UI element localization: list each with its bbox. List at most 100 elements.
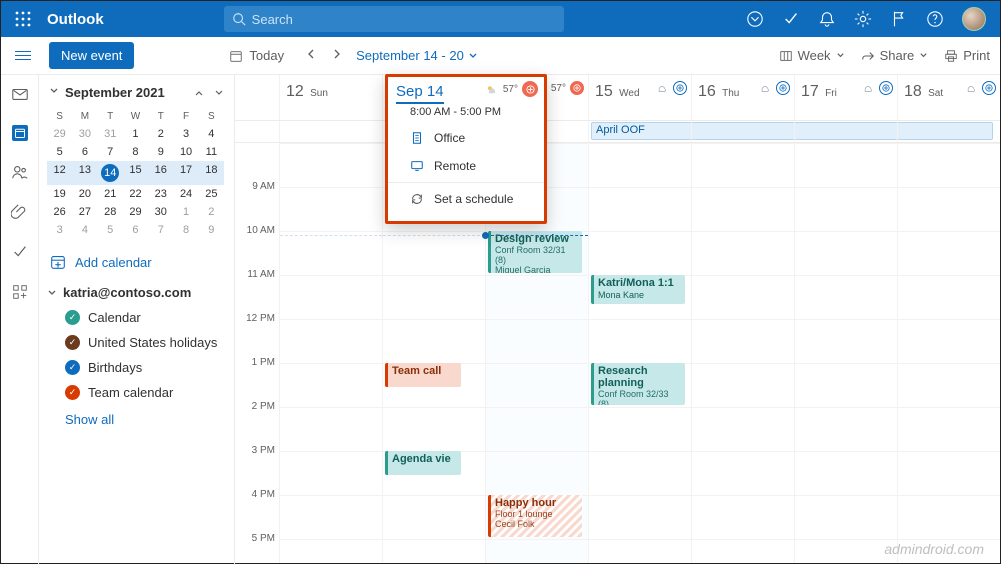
mini-cal-day[interactable]: 2: [199, 203, 224, 221]
calendar-checkbox[interactable]: ✓: [65, 385, 80, 400]
mini-cal-day[interactable]: 30: [148, 203, 173, 221]
mail-icon[interactable]: [11, 85, 29, 103]
mini-cal-day[interactable]: 20: [72, 185, 97, 203]
search-box[interactable]: [224, 6, 564, 32]
add-location-icon[interactable]: [982, 81, 996, 95]
calendar-list-item[interactable]: ✓Birthdays: [65, 360, 224, 375]
new-event-button[interactable]: New event: [49, 42, 134, 69]
allday-cell[interactable]: April OOF: [588, 121, 691, 142]
next-week-button[interactable]: [324, 48, 350, 63]
app-launcher-icon[interactable]: [9, 5, 37, 33]
mini-cal-day[interactable]: 27: [72, 203, 97, 221]
date-range-picker[interactable]: September 14 - 20: [356, 48, 478, 63]
mini-cal-day[interactable]: 10: [173, 143, 198, 161]
mini-cal-day[interactable]: 29: [47, 125, 72, 143]
mini-cal-day[interactable]: 14: [98, 161, 123, 185]
calendar-list-item[interactable]: ✓Calendar: [65, 310, 224, 325]
mini-cal-day[interactable]: 23: [148, 185, 173, 203]
mini-cal-day[interactable]: 2: [148, 125, 173, 143]
share-button[interactable]: Share: [861, 48, 929, 63]
mini-cal-day[interactable]: 26: [47, 203, 72, 221]
popup-option-remote[interactable]: Remote: [388, 152, 544, 180]
today-button[interactable]: Today: [229, 48, 284, 63]
people-icon[interactable]: [11, 163, 29, 181]
print-button[interactable]: Print: [944, 48, 990, 63]
mini-cal-day[interactable]: 9: [148, 143, 173, 161]
calendar-event[interactable]: Team call: [385, 363, 461, 387]
mini-cal-day[interactable]: 12: [47, 161, 72, 185]
day-header[interactable]: 16 Thu: [691, 75, 794, 120]
mini-cal-day[interactable]: 4: [199, 125, 224, 143]
mini-cal-day[interactable]: 8: [173, 221, 198, 239]
account-row[interactable]: katria@contoso.com: [47, 285, 224, 300]
calendar-event[interactable]: Happy hourFloor 1 loungeCecil Folk: [488, 495, 582, 537]
mini-cal-day[interactable]: 15: [123, 161, 148, 185]
mini-calendar[interactable]: SMTWTFS293031123456789101112131415161718…: [47, 108, 224, 239]
mini-cal-day[interactable]: 1: [123, 125, 148, 143]
popup-option-schedule[interactable]: Set a schedule: [388, 185, 544, 213]
calendar-grid[interactable]: 9 AM10 AM11 AM12 PM1 PM2 PM3 PM4 PM5 PM6…: [235, 143, 1000, 563]
day-column[interactable]: Katri/Mona 1:1 Mona Kane Research plannin…: [588, 143, 691, 563]
mini-cal-collapse-icon[interactable]: [49, 86, 59, 99]
day-column[interactable]: [897, 143, 1000, 563]
mini-cal-day[interactable]: 25: [199, 185, 224, 203]
day-column[interactable]: [794, 143, 897, 563]
mini-cal-day[interactable]: 22: [123, 185, 148, 203]
day-header[interactable]: 18 Sat: [897, 75, 1000, 120]
todo-icon[interactable]: [782, 10, 800, 28]
mini-cal-day[interactable]: 1: [173, 203, 198, 221]
show-all-calendars[interactable]: Show all: [65, 412, 224, 427]
day-header[interactable]: 12 Sun: [279, 75, 382, 120]
add-location-icon[interactable]: [776, 81, 790, 95]
popup-add-location-icon[interactable]: [522, 81, 538, 97]
mini-cal-day[interactable]: 18: [199, 161, 224, 185]
todo-module-icon[interactable]: [11, 243, 29, 261]
mini-cal-day[interactable]: 11: [199, 143, 224, 161]
mini-cal-day[interactable]: 5: [98, 221, 123, 239]
mini-cal-day[interactable]: 8: [123, 143, 148, 161]
mini-cal-day[interactable]: 3: [47, 221, 72, 239]
allday-cell[interactable]: [691, 121, 794, 142]
calendar-list-item[interactable]: ✓United States holidays: [65, 335, 224, 350]
mini-cal-day[interactable]: 16: [148, 161, 173, 185]
user-avatar[interactable]: [962, 7, 986, 31]
calendar-checkbox[interactable]: ✓: [65, 310, 80, 325]
calendar-checkbox[interactable]: ✓: [65, 335, 80, 350]
calendar-list-item[interactable]: ✓Team calendar: [65, 385, 224, 400]
calendar-event[interactable]: Agenda vie: [385, 451, 461, 475]
allday-cell[interactable]: [897, 121, 1000, 142]
search-input[interactable]: [252, 12, 532, 27]
calendar-module-icon[interactable]: [12, 125, 28, 141]
add-calendar-button[interactable]: Add calendar: [49, 253, 224, 271]
mini-cal-day[interactable]: 6: [72, 143, 97, 161]
allday-cell[interactable]: [794, 121, 897, 142]
allday-cell[interactable]: [279, 121, 382, 142]
calendar-checkbox[interactable]: ✓: [65, 360, 80, 375]
mini-cal-day[interactable]: 31: [98, 125, 123, 143]
mini-cal-day[interactable]: 19: [47, 185, 72, 203]
chat-icon[interactable]: [746, 10, 764, 28]
mini-cal-day[interactable]: 6: [123, 221, 148, 239]
mini-cal-prev-icon[interactable]: [194, 88, 204, 98]
mini-cal-next-icon[interactable]: [214, 88, 224, 98]
mini-cal-day[interactable]: 28: [98, 203, 123, 221]
calendar-event[interactable]: Research planningConf Room 32/33 (8)Wand…: [591, 363, 685, 405]
help-icon[interactable]: [926, 10, 944, 28]
calendar-event[interactable]: Katri/Mona 1:1 Mona Kane: [591, 275, 685, 304]
popup-option-office[interactable]: Office: [388, 124, 544, 152]
more-apps-icon[interactable]: [11, 283, 29, 301]
add-location-icon[interactable]: [673, 81, 687, 95]
hamburger-menu[interactable]: [11, 44, 35, 68]
files-icon[interactable]: [11, 203, 29, 221]
calendar-event[interactable]: Design reviewConf Room 32/31 (8)Miguel G…: [488, 231, 582, 273]
view-week-button[interactable]: Week: [779, 48, 845, 63]
mini-cal-day[interactable]: 7: [148, 221, 173, 239]
settings-icon[interactable]: [854, 10, 872, 28]
mini-cal-day[interactable]: 4: [72, 221, 97, 239]
mini-cal-day[interactable]: 21: [98, 185, 123, 203]
prev-week-button[interactable]: [298, 48, 324, 63]
mini-cal-day[interactable]: 29: [123, 203, 148, 221]
mini-cal-day[interactable]: 17: [173, 161, 198, 185]
mini-cal-day[interactable]: 9: [199, 221, 224, 239]
mini-cal-day[interactable]: 24: [173, 185, 198, 203]
